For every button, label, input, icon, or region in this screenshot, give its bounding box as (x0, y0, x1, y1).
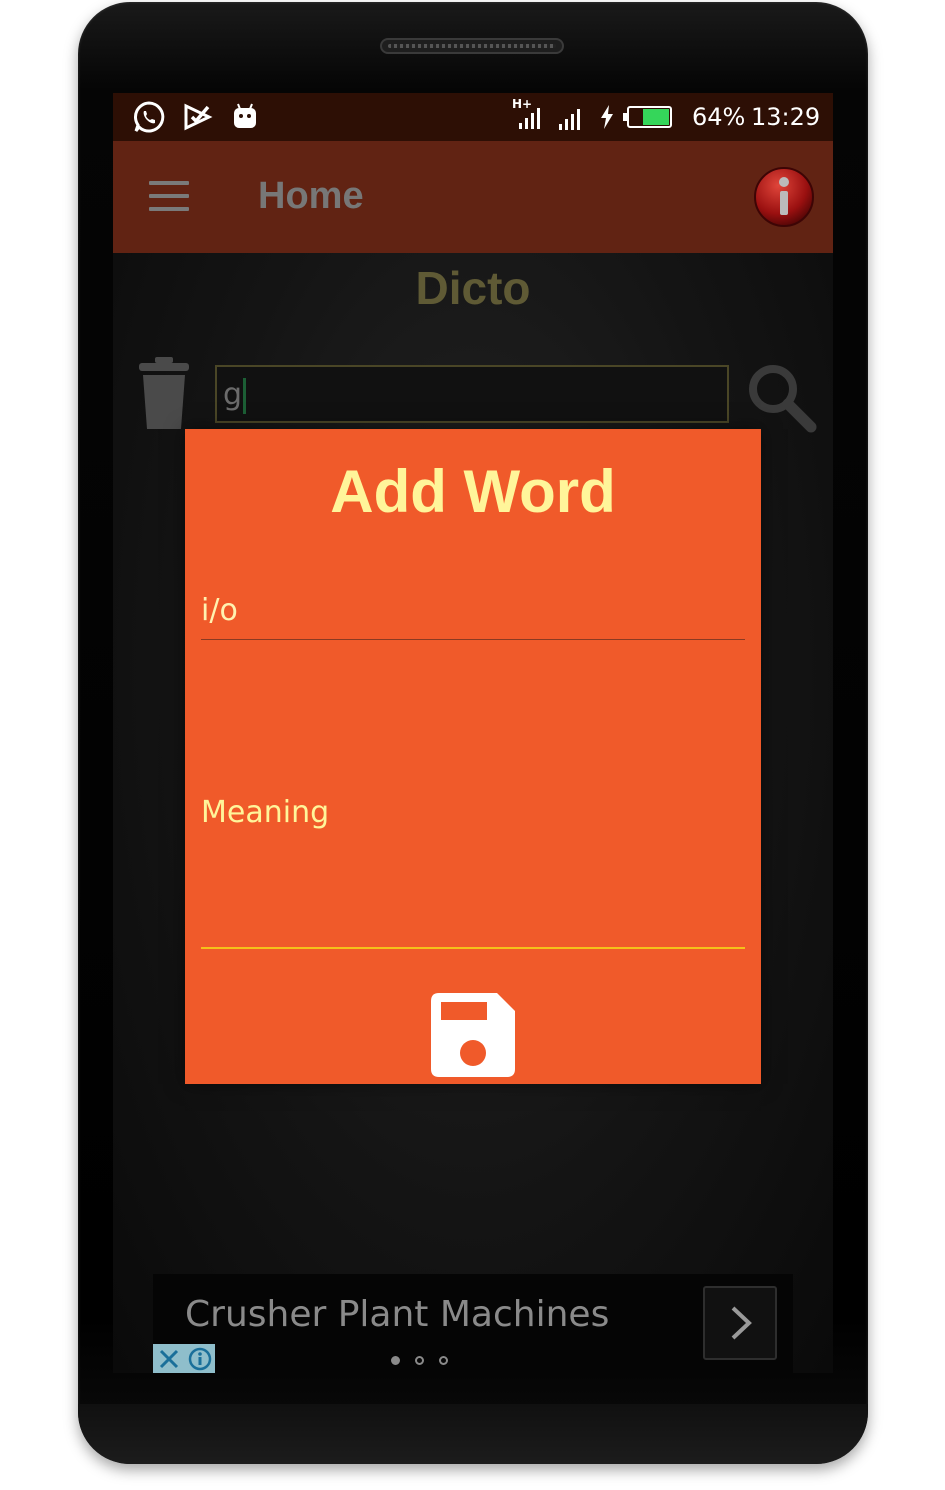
ad-headline[interactable]: Crusher Plant Machines (185, 1294, 609, 1335)
ad-dot (439, 1356, 448, 1365)
trash-icon[interactable] (137, 355, 191, 431)
floppy-save-icon[interactable] (431, 993, 515, 1077)
app-heading: Dicto (415, 262, 531, 314)
ad-next-button[interactable] (703, 1286, 777, 1360)
hamburger-menu-icon[interactable] (149, 181, 189, 211)
ad-banner[interactable]: Crusher Plant Machines (153, 1274, 793, 1373)
meaning-input[interactable]: Meaning (201, 791, 745, 949)
status-bar: H+ 64% 13:29 (113, 93, 833, 141)
app-bar: Home (113, 141, 833, 253)
ad-choices[interactable] (153, 1344, 215, 1373)
signal-icon (559, 109, 580, 130)
phone-speaker (380, 38, 564, 54)
magnifier-icon[interactable] (745, 361, 819, 435)
check-notification-icon (184, 103, 213, 131)
chevron-right-icon (731, 1306, 752, 1340)
battery-icon (623, 106, 672, 128)
search-input-value: g (223, 377, 243, 412)
meaning-input-placeholder: Meaning (201, 795, 330, 830)
screen: H+ 64% 13:29 Home Dicto g Add Word i/o M… (113, 93, 833, 1373)
phone-bottom-bezel (78, 1404, 868, 1464)
charging-icon (601, 105, 613, 129)
search-input[interactable]: g (215, 365, 729, 423)
close-icon[interactable] (153, 1344, 184, 1373)
text-cursor (243, 377, 247, 414)
dialog-title: Add Word (330, 458, 616, 525)
info-icon[interactable] (753, 166, 815, 228)
ad-dot (391, 1356, 400, 1365)
whatsapp-icon (133, 101, 165, 133)
word-input-value: i/o (201, 593, 238, 628)
word-input[interactable]: i/o (201, 589, 745, 640)
status-time: 13:29 (751, 103, 821, 131)
android-icon (234, 103, 256, 128)
ad-info-icon[interactable] (184, 1344, 215, 1373)
battery-percent: 64% (692, 103, 746, 131)
ad-page-dots (391, 1350, 463, 1369)
add-word-dialog: Add Word i/o Meaning (185, 429, 761, 1084)
ad-dot (415, 1356, 424, 1365)
page-title: Home (258, 175, 364, 217)
